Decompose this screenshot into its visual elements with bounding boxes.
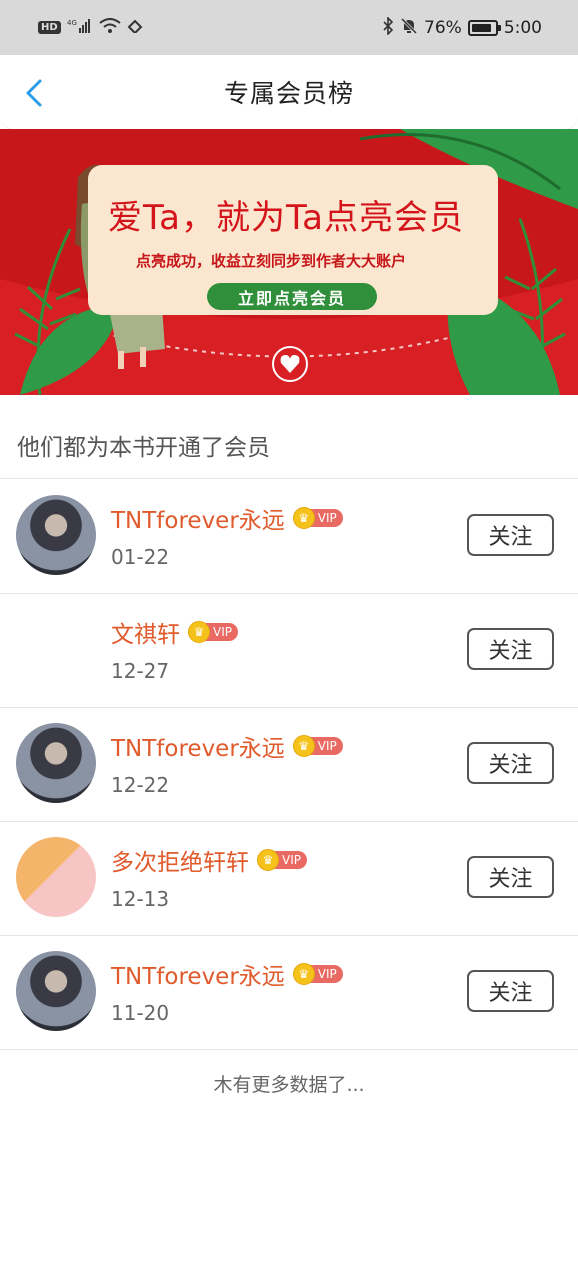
member-name-text: TNTforever永远 [111, 508, 285, 534]
member-name[interactable]: TNTforever永远 ♛ VIP [111, 729, 343, 763]
crown-icon: ♛ [257, 849, 279, 871]
vip-badge: ♛ VIP [188, 621, 238, 643]
follow-button[interactable]: 关注 [467, 628, 554, 670]
member-date: 12-13 [111, 887, 170, 911]
member-name-text: TNTforever永远 [111, 964, 285, 990]
member-name-text: TNTforever永远 [111, 736, 285, 762]
member-name[interactable]: TNTforever永远 ♛ VIP [111, 501, 343, 535]
member-name[interactable]: TNTforever永远 ♛ VIP [111, 957, 343, 991]
member-row[interactable]: TNTforever永远 ♛ VIP 12-22 关注 [0, 707, 578, 821]
section-title: 他们都为本书开通了会员 [17, 435, 270, 461]
clock-time: 5:00 [503, 17, 542, 38]
hd-badge: HD [38, 21, 61, 34]
member-date: 01-22 [111, 545, 170, 569]
member-row[interactable]: 文祺轩 ♛ VIP 12-27 关注 [0, 593, 578, 707]
battery-icon [467, 19, 501, 36]
member-row[interactable]: 多次拒绝轩轩 ♛ VIP 12-13 关注 [0, 821, 578, 935]
light-up-membership-button[interactable]: 立即点亮会员 [207, 283, 377, 310]
avatar[interactable] [16, 723, 96, 803]
follow-button[interactable]: 关注 [467, 514, 554, 556]
nav-bar: 专属会员榜 [0, 55, 578, 130]
heart-link-icon [127, 19, 143, 37]
vip-badge: ♛ VIP [292, 963, 343, 985]
follow-button[interactable]: 关注 [467, 742, 554, 784]
chevron-left-icon [26, 79, 42, 107]
avatar[interactable] [16, 951, 96, 1031]
svg-text:4G: 4G [67, 19, 77, 27]
vip-badge: ♛ VIP [257, 849, 307, 871]
member-row[interactable]: TNTforever永远 ♛ VIP 01-22 关注 [0, 479, 578, 593]
member-date: 12-22 [111, 773, 170, 797]
vip-badge: ♛ VIP [292, 735, 343, 757]
no-more-data-text: 木有更多数据了... [213, 1074, 365, 1096]
divider [0, 1049, 578, 1050]
vip-badge: ♛ VIP [292, 507, 343, 529]
status-right: 76% 5:00 [382, 15, 542, 39]
avatar[interactable] [16, 609, 96, 689]
follow-button[interactable]: 关注 [467, 856, 554, 898]
banner-subtitle: 点亮成功，收益立刻同步到作者大大账户 [136, 252, 407, 270]
member-name-text: 文祺轩 [111, 622, 180, 648]
back-button[interactable] [16, 73, 52, 113]
member-name-text: 多次拒绝轩轩 [111, 850, 249, 876]
avatar[interactable] [16, 495, 96, 575]
avatar[interactable] [16, 837, 96, 917]
signal-icon: 4G [67, 18, 93, 38]
crown-icon: ♛ [292, 963, 315, 985]
crown-icon: ♛ [292, 507, 315, 529]
member-date: 11-20 [111, 1001, 170, 1025]
member-date: 12-27 [111, 659, 170, 683]
member-row[interactable]: TNTforever永远 ♛ VIP 11-20 关注 [0, 935, 578, 1049]
banner-headline: 爱Ta，就为Ta点亮会员 [108, 198, 464, 238]
status-bar: HD 4G 76% 5:00 [0, 0, 578, 55]
mute-bell-icon [400, 17, 418, 39]
page-title: 专属会员榜 [223, 79, 354, 108]
crown-icon: ♛ [188, 621, 210, 643]
crown-icon: ♛ [292, 735, 315, 757]
battery-percent: 76% [424, 17, 462, 38]
bluetooth-icon [382, 15, 394, 39]
member-name[interactable]: 多次拒绝轩轩 ♛ VIP [111, 843, 307, 877]
wifi-icon [99, 17, 121, 38]
follow-button[interactable]: 关注 [467, 970, 554, 1012]
status-left: HD 4G [38, 17, 143, 38]
member-name[interactable]: 文祺轩 ♛ VIP [111, 615, 238, 649]
